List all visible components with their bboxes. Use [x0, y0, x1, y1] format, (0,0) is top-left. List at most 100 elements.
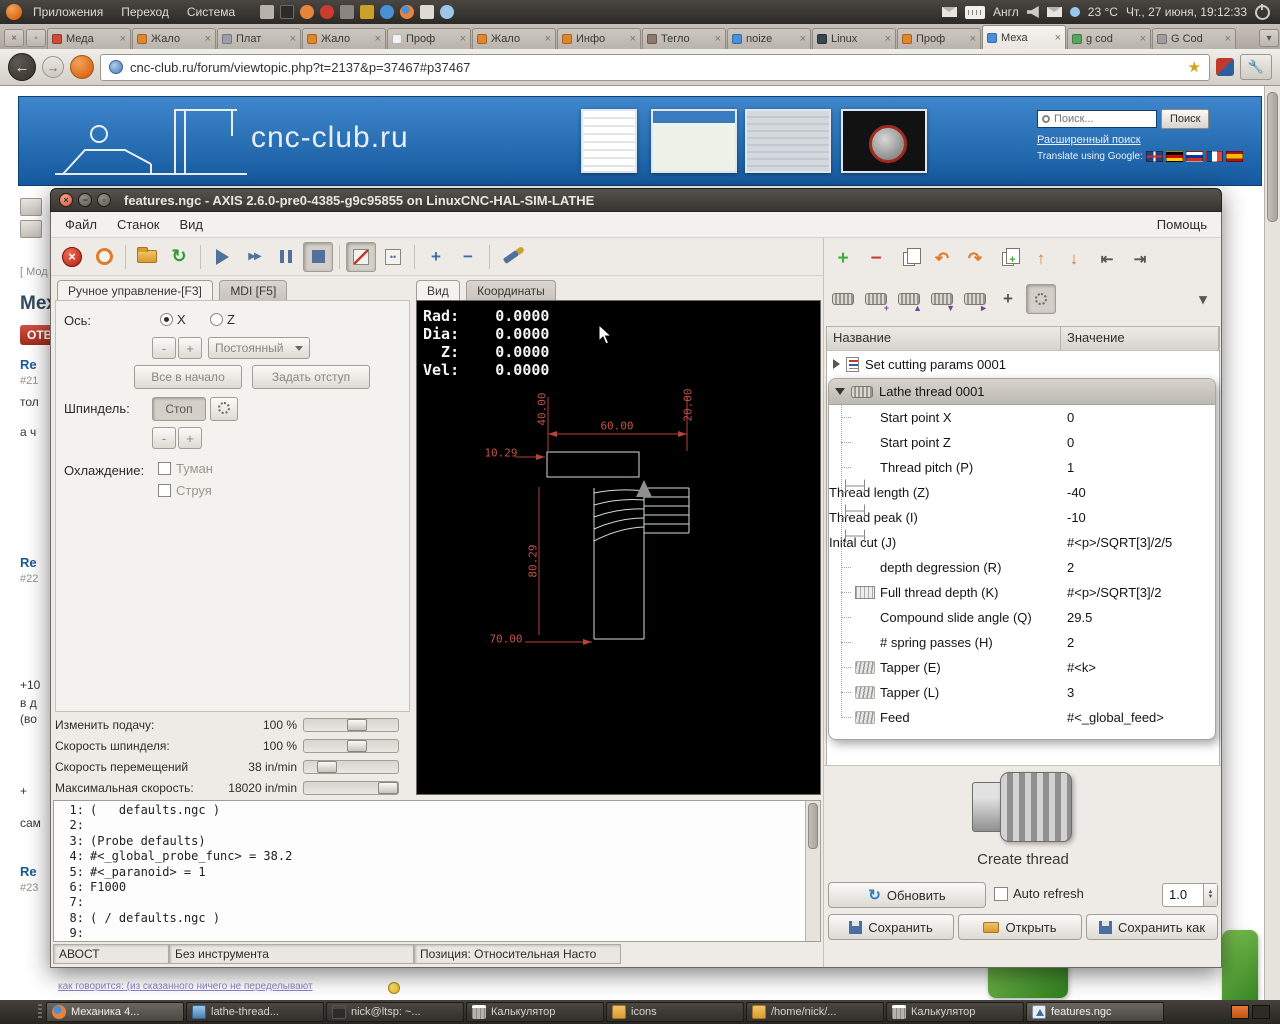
- browser-tab[interactable]: Плат ×: [217, 28, 301, 49]
- param-value[interactable]: 2: [1067, 560, 1074, 575]
- axis-menu-item[interactable]: Станок: [107, 212, 170, 238]
- taskbar-item[interactable]: features.ngc: [1026, 1002, 1164, 1022]
- param-value[interactable]: #<p>/SQRT[3]/2: [1067, 585, 1161, 600]
- slider-thumb[interactable]: [347, 739, 367, 752]
- forward-button[interactable]: →: [42, 56, 64, 78]
- slider-thumb[interactable]: [317, 760, 337, 773]
- preferences-button[interactable]: [1026, 284, 1056, 314]
- tab-close-icon[interactable]: ×: [800, 33, 806, 45]
- tab-close-icon[interactable]: ×: [1225, 33, 1231, 45]
- home-all-button[interactable]: Все в начало: [134, 365, 242, 389]
- spindle-minus-button[interactable]: -: [152, 427, 176, 449]
- param-row[interactable]: Start point Z 0: [829, 430, 1215, 455]
- axis-z-radio[interactable]: Z: [210, 312, 235, 327]
- tab-close-icon[interactable]: ×: [290, 33, 296, 45]
- param-row[interactable]: Tapper (E) #<k>: [829, 655, 1215, 680]
- tab-close-icon[interactable]: ×: [885, 33, 891, 45]
- tab-scroll-left-button[interactable]: ×: [4, 29, 24, 47]
- keyboard-icon[interactable]: [965, 5, 986, 19]
- reload-file-button[interactable]: ↻: [164, 242, 194, 272]
- param-value[interactable]: 3: [1067, 685, 1074, 700]
- optional-stop-toggle[interactable]: ••: [378, 242, 408, 272]
- clock[interactable]: Чт., 27 июня, 19:12:33: [1126, 5, 1247, 19]
- screenshot-icon[interactable]: [260, 5, 275, 19]
- page-scrollbar-thumb[interactable]: [1267, 92, 1278, 222]
- taskbar-item[interactable]: lathe-thread...: [186, 1002, 324, 1022]
- browser-tab[interactable]: Инфо ×: [557, 28, 641, 49]
- param-value[interactable]: 2: [1067, 635, 1074, 650]
- site-logo[interactable]: cnc-club.ru: [251, 121, 409, 155]
- refresh-button[interactable]: ↻ Обновить: [828, 882, 986, 908]
- post-gcode-button[interactable]: ►: [960, 284, 990, 314]
- param-row[interactable]: Tapper (L) 3: [829, 680, 1215, 705]
- mail-icon-2[interactable]: [1046, 7, 1062, 17]
- estop-button[interactable]: ×: [57, 242, 87, 272]
- param-value[interactable]: -40: [1067, 485, 1086, 500]
- gcode-line[interactable]: 1: ( defaults.ngc ): [54, 803, 804, 818]
- param-row[interactable]: Thread pitch (P) 1: [829, 455, 1215, 480]
- tab-close-icon[interactable]: ×: [120, 33, 126, 45]
- axis-menu-help[interactable]: Помощь: [1147, 212, 1217, 238]
- expander-icon[interactable]: [833, 359, 840, 369]
- param-value[interactable]: 1: [1067, 460, 1074, 475]
- undo-button[interactable]: ↶: [927, 244, 957, 274]
- run-button[interactable]: [207, 242, 237, 272]
- param-value[interactable]: #<p>/SQRT[3]/2/5: [1067, 535, 1172, 550]
- tab-close-icon[interactable]: ×: [1140, 33, 1146, 45]
- tab-close-icon[interactable]: ×: [630, 33, 636, 45]
- window-close-button[interactable]: ×: [59, 193, 73, 207]
- gcode-line[interactable]: 2:: [54, 818, 804, 833]
- list-all-tabs-button[interactable]: ▾: [1259, 29, 1279, 47]
- slider-thumb[interactable]: [347, 718, 367, 731]
- tab-close-icon[interactable]: ×: [375, 33, 381, 45]
- panel-menu-button[interactable]: ▾: [1188, 284, 1218, 314]
- menu-item[interactable]: Система: [178, 0, 244, 24]
- url-bar[interactable]: cnc-club.ru/forum/viewtopic.php?t=2137&p…: [100, 53, 1210, 81]
- column-name[interactable]: Название: [827, 327, 1061, 350]
- window-maximize-button[interactable]: ▫: [97, 193, 111, 207]
- outdent-button[interactable]: ⇤: [1092, 244, 1122, 274]
- param-row[interactable]: Inital cut (J) #<p>/SQRT[3]/2/5: [829, 529, 1215, 555]
- param-row[interactable]: Thread length (Z) -40: [829, 479, 1215, 505]
- flag-de-icon[interactable]: [1165, 151, 1183, 162]
- refresh-interval-spinner[interactable]: 1.0 ▲ ▼: [1162, 883, 1218, 907]
- back-button[interactable]: ←: [8, 53, 36, 81]
- jog-mode-select[interactable]: Постоянный: [208, 337, 310, 359]
- param-row[interactable]: Start point X 0: [829, 405, 1215, 430]
- flag-es-icon[interactable]: [1225, 151, 1243, 162]
- menu-item[interactable]: Переход: [112, 0, 178, 24]
- gcode-scrollbar-thumb[interactable]: [808, 803, 818, 849]
- import-button[interactable]: ▲: [894, 284, 924, 314]
- axis-menu-item[interactable]: Вид: [170, 212, 214, 238]
- keyboard-layout[interactable]: Англ: [993, 5, 1019, 19]
- gcode-line[interactable]: 3: (Probe defaults): [54, 834, 804, 849]
- browser-tab[interactable]: noize ×: [727, 28, 811, 49]
- site-search-input[interactable]: [1037, 110, 1157, 128]
- open-file-button[interactable]: [132, 242, 162, 272]
- tab-close-icon[interactable]: ×: [460, 33, 466, 45]
- reload-page-button[interactable]: [70, 55, 94, 79]
- tree-row-cutting-params[interactable]: Set cutting params 0001: [827, 351, 1219, 377]
- gcode-line[interactable]: 6: F1000: [54, 880, 804, 895]
- flag-ru-icon[interactable]: [1185, 151, 1203, 162]
- param-value[interactable]: -10: [1067, 510, 1086, 525]
- terminal-icon[interactable]: [280, 5, 295, 19]
- workspace-1[interactable]: [1231, 1005, 1249, 1019]
- param-value[interactable]: 0: [1067, 435, 1074, 450]
- browser-tab[interactable]: G Cod ×: [1152, 28, 1236, 49]
- param-value[interactable]: 0: [1067, 410, 1074, 425]
- weather-icon[interactable]: [1069, 7, 1080, 17]
- taskbar-item[interactable]: nick@ltsp: ~...: [326, 1002, 464, 1022]
- browser-tab[interactable]: Меха ×: [982, 25, 1066, 49]
- param-value[interactable]: #<_global_feed>: [1067, 710, 1164, 725]
- bookmark-star-icon[interactable]: ★: [1188, 58, 1201, 76]
- save-button[interactable]: Сохранить: [828, 914, 954, 940]
- browser-tab[interactable]: Проф ×: [897, 28, 981, 49]
- param-row[interactable]: depth degression (R) 2: [829, 555, 1215, 580]
- indent-button[interactable]: ⇥: [1125, 244, 1155, 274]
- remove-button[interactable]: −: [861, 244, 891, 274]
- zoom-out-button[interactable]: −: [453, 242, 483, 272]
- gcode-line[interactable]: 4: #<_global_probe_func> = 38.2: [54, 849, 804, 864]
- browser-tab[interactable]: Жало ×: [472, 28, 556, 49]
- param-row[interactable]: Thread peak (I) -10: [829, 504, 1215, 530]
